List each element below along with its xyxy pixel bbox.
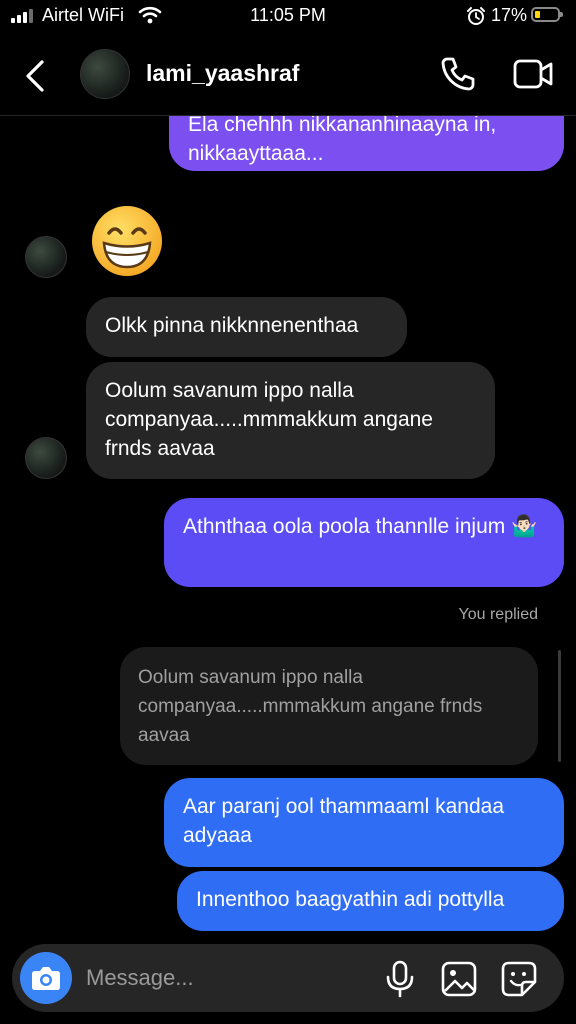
phone-icon xyxy=(441,57,475,91)
gallery-button[interactable] xyxy=(440,960,478,998)
sender-avatar[interactable] xyxy=(25,437,67,479)
reply-label: You replied xyxy=(458,606,538,623)
video-camera-icon xyxy=(513,59,553,89)
message-bubble-outgoing[interactable]: Innenthoo baagyathin adi pottylla xyxy=(177,871,564,931)
video-call-button[interactable] xyxy=(512,54,554,94)
message-bubble-incoming[interactable]: Olkk pinna nikknnenenthaa xyxy=(86,297,407,357)
chat-header: lami_yaashraf xyxy=(0,34,576,116)
back-button[interactable] xyxy=(22,54,52,94)
sender-avatar[interactable] xyxy=(25,236,67,278)
message-text: Athnthaa oola poola thannlle injum 🤷🏻‍♂️ xyxy=(183,515,538,538)
quoted-message[interactable]: Oolum savanum ippo nalla companyaa.....m… xyxy=(120,647,538,765)
message-composer xyxy=(12,944,564,1012)
clock: 11:05 PM xyxy=(250,5,326,25)
avatar[interactable] xyxy=(80,49,130,99)
grinning-emoji-message[interactable] xyxy=(90,204,164,278)
message-input[interactable] xyxy=(86,960,376,996)
sticker-icon xyxy=(501,961,537,997)
message-bubble-outgoing[interactable]: Aar paranj ool thammaaml kandaa adyaaa xyxy=(164,778,564,867)
username[interactable]: lami_yaashraf xyxy=(146,60,299,87)
reply-indicator-bar xyxy=(558,650,561,762)
message-text: Ela chehhh nikkananhinaayna in, nikkaayt… xyxy=(188,116,497,165)
quoted-text: Oolum savanum ippo nalla companyaa.....m… xyxy=(138,667,483,746)
message-thread[interactable]: Ela chehhh nikkananhinaayna in, nikkaayt… xyxy=(0,116,576,944)
message-text: Innenthoo baagyathin adi pottylla xyxy=(196,888,505,911)
sticker-button[interactable] xyxy=(500,960,538,998)
message-bubble-outgoing[interactable]: Ela chehhh nikkananhinaayna in, nikkaayt… xyxy=(169,116,564,171)
microphone-icon xyxy=(386,960,414,998)
battery-percent: 17% xyxy=(491,5,528,25)
message-bubble-incoming[interactable]: Oolum savanum ippo nalla companyaa.....m… xyxy=(86,362,495,479)
alarm-icon xyxy=(466,6,486,31)
call-button[interactable] xyxy=(438,54,478,94)
camera-icon xyxy=(32,967,60,990)
message-bubble-outgoing[interactable]: Athnthaa oola poola thannlle injum 🤷🏻‍♂️ xyxy=(164,498,564,587)
back-icon xyxy=(26,60,44,92)
message-text: Olkk pinna nikknnenenthaa xyxy=(105,314,359,337)
battery-icon xyxy=(531,7,563,22)
voice-message-button[interactable] xyxy=(384,960,416,998)
grinning-face-icon xyxy=(92,206,162,276)
gallery-icon xyxy=(441,961,477,997)
camera-button[interactable] xyxy=(20,952,72,1004)
message-text: Oolum savanum ippo nalla companyaa.....m… xyxy=(105,379,433,460)
message-text: Aar paranj ool thammaaml kandaa adyaaa xyxy=(183,795,505,847)
status-bar: Airtel WiFi 11:05 PM 17% xyxy=(0,0,576,34)
